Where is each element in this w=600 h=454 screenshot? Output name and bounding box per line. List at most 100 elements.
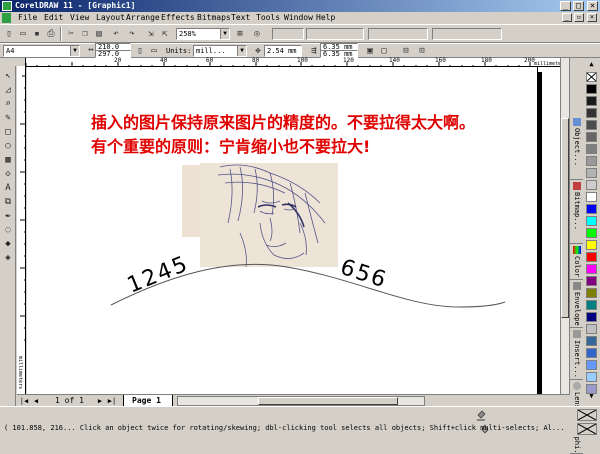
color-swatch[interactable]	[586, 300, 597, 310]
outline-color-swatch[interactable]	[577, 423, 597, 435]
cut-icon[interactable]: ✂	[65, 28, 77, 40]
graph-paper-tool-icon[interactable]: ▦	[1, 154, 15, 167]
color-swatch[interactable]	[586, 264, 597, 274]
curve-text-right[interactable]: 656	[337, 255, 390, 294]
rectangle-tool-icon[interactable]: □	[1, 126, 15, 139]
color-swatch[interactable]	[586, 204, 597, 214]
no-color-swatch[interactable]	[586, 72, 597, 82]
export-icon[interactable]: ⇱	[159, 28, 171, 40]
color-swatch[interactable]	[586, 360, 597, 370]
application-launcher-icon[interactable]: ⊞	[234, 28, 246, 40]
vertical-scrollbar[interactable]	[560, 58, 569, 394]
last-page-icon[interactable]: ▶|	[107, 396, 117, 406]
undo-icon[interactable]: ↶	[110, 28, 122, 40]
chevron-down-icon[interactable]: ▼	[237, 46, 246, 56]
coreldraw-app-icon[interactable]	[2, 1, 12, 11]
chevron-down-icon[interactable]: ▼	[220, 29, 229, 39]
color-swatch[interactable]	[586, 228, 597, 238]
color-swatch[interactable]	[586, 96, 597, 106]
doc-close-button[interactable]: ×	[587, 13, 597, 22]
nudge-offset-field[interactable]: 2.54 mm	[264, 45, 302, 57]
color-swatch[interactable]	[586, 192, 597, 202]
ellipse-tool-icon[interactable]: ○	[1, 140, 15, 153]
menu-edit[interactable]: Edit	[44, 12, 63, 24]
menu-tools[interactable]: Tools	[256, 12, 280, 24]
color-swatch[interactable]	[586, 132, 597, 142]
corel-online-icon[interactable]: ◎	[251, 28, 263, 40]
color-swatch[interactable]	[586, 252, 597, 262]
docker-tab-bitmap[interactable]: Bitmap...	[570, 182, 583, 244]
color-swatch[interactable]	[586, 216, 597, 226]
doc-minimize-button[interactable]: _	[562, 13, 572, 22]
fill-indicator-icon[interactable]	[476, 409, 486, 421]
close-button[interactable]: ×	[587, 1, 598, 11]
outline-tool-icon[interactable]: ◌	[1, 224, 15, 237]
color-swatch[interactable]	[586, 120, 597, 130]
horizontal-scrollbar[interactable]	[177, 396, 425, 406]
first-page-icon[interactable]: |◀	[19, 396, 29, 406]
interactive-fill-tool-icon[interactable]: ◈	[1, 252, 15, 265]
page-height-field[interactable]: 297.0	[95, 50, 131, 58]
copy-icon[interactable]: ❐	[79, 28, 91, 40]
import-icon[interactable]: ⇲	[145, 28, 157, 40]
portrait-icon[interactable]: ▯	[134, 45, 146, 57]
maximize-button[interactable]: □	[573, 1, 584, 11]
interactive-blend-tool-icon[interactable]: ⧉	[1, 196, 15, 209]
docker-tab-envelope[interactable]: Envelope	[570, 282, 583, 328]
vertical-ruler[interactable]: millimeters	[17, 66, 26, 396]
drawing-canvas[interactable]: 插入的图片保持原来图片的精度的。不要拉得太大啊。 有个重要的原则：宁肯缩小也不要…	[27, 67, 570, 394]
current-page-icon[interactable]: ▢	[378, 45, 390, 57]
text-on-path-graphic[interactable]: 1245 656	[27, 67, 570, 394]
redo-icon[interactable]: ↷	[126, 28, 138, 40]
zoom-levels-dropdown[interactable]: 258% ▼	[176, 28, 230, 40]
color-swatch[interactable]	[586, 384, 597, 394]
basic-shapes-tool-icon[interactable]: ◇	[1, 168, 15, 181]
menu-window[interactable]: Window	[284, 12, 313, 24]
text-tool-icon[interactable]: A	[1, 182, 15, 195]
color-swatch[interactable]	[586, 84, 597, 94]
color-swatch[interactable]	[586, 288, 597, 298]
new-icon[interactable]: ▯	[3, 28, 15, 40]
horizontal-scroll-thumb[interactable]	[258, 397, 398, 405]
units-dropdown[interactable]: mill... ▼	[193, 45, 247, 57]
menu-text[interactable]: Text	[231, 12, 250, 24]
freehand-tool-icon[interactable]: ✎	[1, 112, 15, 125]
curve-text-left[interactable]: 1245	[124, 251, 193, 298]
print-icon[interactable]: ⎙	[45, 28, 57, 40]
color-swatch[interactable]	[586, 348, 597, 358]
color-swatch[interactable]	[586, 144, 597, 154]
chevron-down-icon[interactable]: ▼	[70, 46, 79, 56]
all-pages-icon[interactable]: ▣	[364, 45, 376, 57]
color-swatch[interactable]	[586, 240, 597, 250]
color-swatch[interactable]	[586, 336, 597, 346]
color-swatch[interactable]	[586, 180, 597, 190]
shape-tool-icon[interactable]: ◿	[1, 84, 15, 97]
next-page-icon[interactable]: ▶	[95, 396, 105, 406]
docker-tab-color[interactable]: Color	[570, 246, 583, 280]
paper-type-dropdown[interactable]: A4 ▼	[3, 45, 80, 57]
menu-layout[interactable]: Layout	[96, 12, 125, 24]
pick-tool-icon[interactable]: ↖	[1, 70, 15, 83]
color-swatch[interactable]	[586, 108, 597, 118]
menu-file[interactable]: File	[18, 12, 37, 24]
color-swatch[interactable]	[586, 156, 597, 166]
menu-help[interactable]: Help	[316, 12, 335, 24]
docker-tab-object[interactable]: Object...	[570, 118, 583, 180]
color-swatch[interactable]	[586, 324, 597, 334]
fill-tool-icon[interactable]: ◆	[1, 238, 15, 251]
vertical-scroll-thumb[interactable]	[561, 118, 569, 318]
save-icon[interactable]: ▪	[31, 28, 43, 40]
minimize-button[interactable]: _	[560, 1, 571, 11]
palette-scroll-up-icon[interactable]: ▲	[587, 60, 596, 68]
doc-restore-button[interactable]: ▫	[574, 13, 584, 22]
eyedropper-tool-icon[interactable]: ✒	[1, 210, 15, 223]
menu-effects[interactable]: Effects	[161, 12, 195, 24]
prev-page-icon[interactable]: ◀	[31, 396, 41, 406]
menu-arrange[interactable]: Arrange	[126, 12, 160, 24]
color-swatch[interactable]	[586, 312, 597, 322]
landscape-icon[interactable]: ▭	[148, 45, 160, 57]
fill-color-swatch[interactable]	[577, 409, 597, 421]
horizontal-ruler[interactable]: 20 40 60 80 100 120 140 160 180 200 mill…	[26, 58, 571, 67]
menu-view[interactable]: View	[70, 12, 89, 24]
color-swatch[interactable]	[586, 372, 597, 382]
